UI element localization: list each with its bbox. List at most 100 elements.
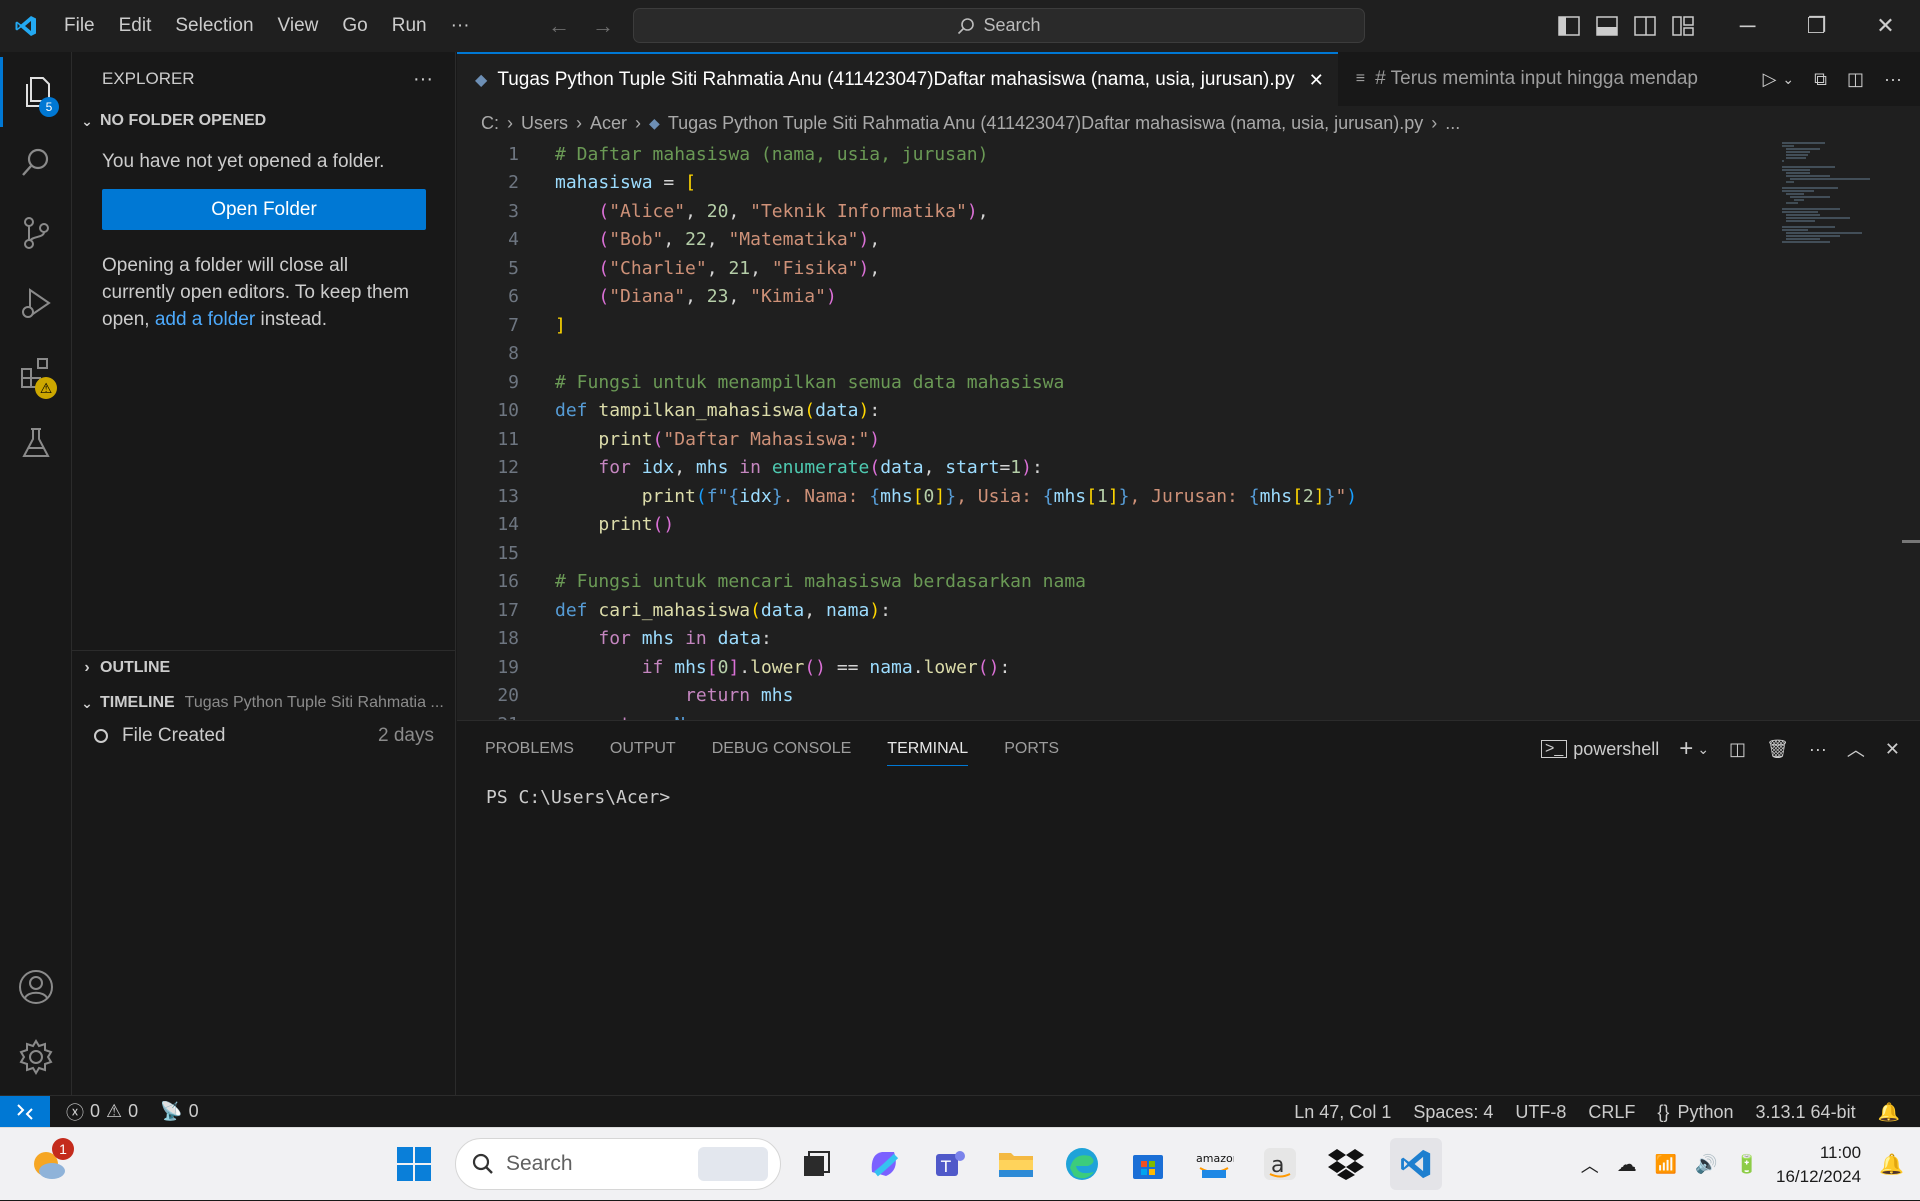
- toggle-primary-sidebar-icon[interactable]: [1558, 16, 1580, 36]
- tab-problems[interactable]: PROBLEMS: [485, 721, 574, 777]
- code-line[interactable]: 2 mahasiswa = [: [457, 169, 1887, 198]
- extensions-icon[interactable]: ⚠: [0, 338, 72, 408]
- accounts-icon[interactable]: [0, 952, 72, 1022]
- code-line[interactable]: 19 if mhs[0].lower() == nama.lower():: [457, 653, 1887, 682]
- code-line[interactable]: 21 return None: [457, 710, 1887, 720]
- tab-debug-console[interactable]: DEBUG CONSOLE: [712, 721, 852, 777]
- maximize-panel-chevron-up-icon[interactable]: ︿: [1847, 736, 1865, 762]
- problems-indicator[interactable]: ⓧ 0 ⚠ 0: [66, 1099, 138, 1125]
- battery-icon[interactable]: 🔋: [1736, 1154, 1758, 1175]
- tab-terminal[interactable]: TERMINAL: [887, 732, 969, 766]
- scrollbar-thumb[interactable]: [1902, 540, 1920, 543]
- clock[interactable]: 11:00 16/12/2024: [1776, 1141, 1861, 1189]
- source-control-icon[interactable]: [0, 198, 72, 268]
- search-view-icon[interactable]: [0, 128, 72, 198]
- close-window-icon[interactable]: ✕: [1851, 0, 1920, 52]
- terminal-dropdown-icon[interactable]: ⌄: [1697, 741, 1709, 758]
- code-line[interactable]: 7]: [457, 311, 1887, 340]
- split-editor-icon[interactable]: ◫: [1847, 69, 1864, 90]
- cursor-position[interactable]: Ln 47, Col 1: [1294, 1102, 1391, 1123]
- code-line[interactable]: 12 for idx, mhs in enumerate(data, start…: [457, 454, 1887, 483]
- task-view-icon[interactable]: [794, 1142, 838, 1186]
- code-line[interactable]: 10 def tampilkan_mahasiswa(data):: [457, 397, 1887, 426]
- no-folder-section-header[interactable]: ⌄ NO FOLDER OPENED: [72, 106, 455, 136]
- tab-ports[interactable]: PORTS: [1004, 721, 1059, 777]
- code-line[interactable]: 9 # Fungsi untuk menampilkan semua data m…: [457, 368, 1887, 397]
- code-line[interactable]: 16 # Fungsi untuk mencari mahasiswa berda…: [457, 568, 1887, 597]
- close-panel-icon[interactable]: ✕: [1885, 739, 1900, 760]
- code-line[interactable]: 8: [457, 340, 1887, 369]
- open-folder-button[interactable]: Open Folder: [102, 189, 426, 230]
- breadcrumb-acer[interactable]: Acer: [590, 113, 627, 134]
- menu-view[interactable]: View: [266, 0, 331, 52]
- restore-icon[interactable]: ❐: [1782, 0, 1851, 52]
- file-explorer-icon[interactable]: [994, 1142, 1038, 1186]
- code-line[interactable]: 18 for mhs in data:: [457, 625, 1887, 654]
- menu-file[interactable]: File: [52, 0, 107, 52]
- ports-indicator[interactable]: 📡 0: [160, 1101, 198, 1122]
- run-dropdown-icon[interactable]: ⌄: [1782, 71, 1794, 88]
- code-line[interactable]: 4 ("Bob", 22, "Matematika"),: [457, 226, 1887, 255]
- taskbar-search[interactable]: Search: [455, 1138, 781, 1190]
- run-file-icon[interactable]: ▷: [1763, 69, 1777, 90]
- edge-browser-icon[interactable]: [1060, 1142, 1104, 1186]
- close-tab-icon[interactable]: ✕: [1309, 70, 1324, 91]
- code-line[interactable]: 15: [457, 539, 1887, 568]
- code-line[interactable]: 14 print(): [457, 511, 1887, 540]
- timeline-section-header[interactable]: ⌄ TIMELINE Tugas Python Tuple Siti Rahma…: [72, 686, 456, 720]
- breadcrumb-file[interactable]: Tugas Python Tuple Siti Rahmatia Anu (41…: [668, 113, 1423, 134]
- end-of-line[interactable]: CRLF: [1588, 1102, 1635, 1123]
- open-changes-icon[interactable]: ⧉: [1814, 69, 1827, 90]
- more-actions-icon[interactable]: ···: [1884, 69, 1902, 90]
- indentation[interactable]: Spaces: 4: [1413, 1102, 1493, 1123]
- code-line[interactable]: 11 print("Daftar Mahasiswa:"): [457, 425, 1887, 454]
- language-mode[interactable]: {} Python: [1657, 1102, 1733, 1123]
- encoding[interactable]: UTF-8: [1515, 1102, 1566, 1123]
- back-arrow-icon[interactable]: ←: [548, 13, 570, 39]
- notification-bell-icon[interactable]: 🔔: [1879, 1152, 1904, 1177]
- windows-start-icon[interactable]: [392, 1142, 436, 1186]
- amazon-icon[interactable]: amazon: [1192, 1142, 1236, 1186]
- breadcrumb-drive[interactable]: C:: [481, 113, 499, 134]
- code-line[interactable]: 1 # Daftar mahasiswa (nama, usia, jurusan…: [457, 140, 1887, 169]
- amazon-appstore-icon[interactable]: a: [1258, 1142, 1302, 1186]
- explorer-more-actions[interactable]: ···: [413, 68, 433, 91]
- terminal-shell-selector[interactable]: >_ powershell: [1541, 739, 1659, 760]
- explorer-icon[interactable]: 5: [0, 57, 72, 127]
- panel-more-icon[interactable]: ···: [1809, 739, 1827, 760]
- python-interpreter[interactable]: 3.13.1 64-bit: [1756, 1102, 1856, 1123]
- minimap[interactable]: [1780, 140, 1880, 270]
- remote-indicator-icon[interactable]: [0, 1095, 50, 1128]
- menu-selection[interactable]: Selection: [163, 0, 265, 52]
- dropbox-icon[interactable]: [1324, 1142, 1368, 1186]
- toggle-secondary-sidebar-icon[interactable]: [1634, 16, 1656, 36]
- terminal-prompt[interactable]: PS C:\Users\Acer>: [486, 787, 670, 808]
- notifications-bell-icon[interactable]: 🔔: [1878, 1102, 1900, 1123]
- run-and-debug-icon[interactable]: [0, 268, 72, 338]
- teams-icon[interactable]: T: [928, 1142, 972, 1186]
- toggle-panel-icon[interactable]: [1596, 16, 1618, 36]
- timeline-item[interactable]: File Created 2 days: [72, 720, 456, 752]
- menu-go[interactable]: Go: [330, 0, 379, 52]
- breadcrumb-symbols[interactable]: ...: [1445, 113, 1460, 134]
- split-terminal-icon[interactable]: ◫: [1729, 739, 1746, 760]
- testing-icon[interactable]: [0, 408, 72, 478]
- editor-tab-active[interactable]: ◆ Tugas Python Tuple Siti Rahmatia Anu (…: [457, 52, 1338, 106]
- editor-tab-inactive[interactable]: ≡ # Terus meminta input hingga mendap: [1337, 52, 1712, 106]
- wifi-icon[interactable]: 📶: [1655, 1154, 1677, 1175]
- code-line[interactable]: 3 ("Alice", 20, "Teknik Informatika"),: [457, 197, 1887, 226]
- microsoft-store-icon[interactable]: [1126, 1142, 1170, 1186]
- menu-more[interactable]: ···: [439, 0, 482, 52]
- code-line[interactable]: 6 ("Diana", 23, "Kimia"): [457, 283, 1887, 312]
- vscode-taskbar-icon[interactable]: [1390, 1138, 1442, 1190]
- code-line[interactable]: 5 ("Charlie", 21, "Fisika"),: [457, 254, 1887, 283]
- copilot-icon[interactable]: [862, 1142, 906, 1186]
- code-line[interactable]: 13 print(f"{idx}. Nama: {mhs[0]}, Usia: …: [457, 482, 1887, 511]
- minimize-icon[interactable]: ─: [1713, 0, 1782, 52]
- code-line[interactable]: 20 return mhs: [457, 682, 1887, 711]
- tab-output[interactable]: OUTPUT: [610, 721, 676, 777]
- new-terminal-icon[interactable]: +: [1679, 735, 1693, 763]
- menu-edit[interactable]: Edit: [107, 0, 164, 52]
- show-hidden-icons-chevron-up-icon[interactable]: ︿: [1581, 1152, 1599, 1178]
- code-line[interactable]: 17 def cari_mahasiswa(data, nama):: [457, 596, 1887, 625]
